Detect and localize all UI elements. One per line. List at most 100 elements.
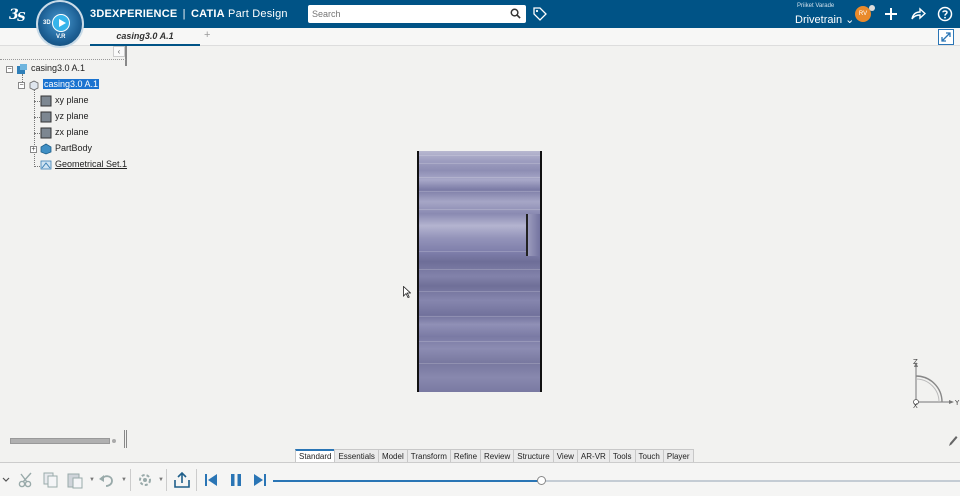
part-3d-model[interactable] bbox=[417, 151, 542, 392]
panel-splitter[interactable] bbox=[124, 430, 127, 448]
tab-touch[interactable]: Touch bbox=[634, 449, 664, 462]
update-dropdown-icon[interactable]: ▼ bbox=[158, 477, 164, 483]
tree-node-label: xy plane bbox=[55, 95, 89, 105]
app-title: 3DEXPERIENCE | CATIA Part Design bbox=[90, 8, 288, 20]
copy-icon[interactable] bbox=[42, 471, 60, 489]
dassault-logo-icon[interactable]: 3S bbox=[8, 4, 30, 24]
step-forward-icon[interactable] bbox=[251, 471, 269, 489]
tree-node-root[interactable]: casing3.0 A.1 bbox=[16, 62, 85, 75]
tree-node-part[interactable]: casing3.0 A.1 bbox=[28, 78, 100, 91]
part-edge bbox=[419, 155, 540, 156]
search-box[interactable] bbox=[308, 5, 526, 23]
axis-z-label: Z bbox=[913, 358, 918, 366]
tree-node-label: Geometrical Set.1 bbox=[55, 159, 128, 169]
app-role: Part Design bbox=[228, 8, 288, 20]
tab-review[interactable]: Review bbox=[480, 449, 515, 462]
part-icon bbox=[29, 80, 39, 91]
add-icon[interactable] bbox=[883, 6, 899, 22]
tab-view[interactable]: View bbox=[552, 449, 578, 462]
tab-strip: casing3.0 A.1 + bbox=[0, 28, 960, 46]
share-icon[interactable] bbox=[910, 6, 926, 22]
timeline-progress bbox=[273, 480, 541, 482]
tree-node-label: yz plane bbox=[55, 111, 89, 121]
tree-node-geometrical-set[interactable]: Geometrical Set.1 bbox=[40, 158, 127, 171]
tag-icon[interactable] bbox=[533, 7, 547, 21]
axis-compass-icon[interactable]: Z X Y bbox=[905, 355, 960, 410]
tree-node-zx-plane[interactable]: zx plane bbox=[40, 126, 89, 139]
collab-space-label: Drivetrain bbox=[795, 14, 843, 26]
tree-expander[interactable]: − bbox=[6, 66, 13, 73]
product-icon bbox=[17, 63, 27, 74]
toolbar-separator bbox=[130, 469, 131, 491]
workbench-tabs: Standard Essentials Model Transform Refi… bbox=[295, 449, 694, 462]
undo-icon[interactable] bbox=[98, 471, 116, 489]
part-edge bbox=[419, 177, 540, 178]
geometrical-set-icon bbox=[40, 160, 52, 170]
action-bar-menu-chevron-icon[interactable] bbox=[2, 471, 10, 489]
user-name: Priiket Varade bbox=[797, 3, 835, 9]
search-icon[interactable] bbox=[510, 8, 521, 19]
part-edge bbox=[419, 316, 540, 317]
player-timeline[interactable] bbox=[273, 476, 960, 485]
svg-text:S: S bbox=[17, 10, 26, 24]
part-slot bbox=[526, 214, 540, 256]
update-icon[interactable] bbox=[136, 471, 154, 489]
tree-node-xy-plane[interactable]: xy plane bbox=[40, 94, 89, 107]
compass-widget[interactable]: 3D V.R bbox=[36, 0, 84, 48]
axis-y-label: Y bbox=[954, 399, 960, 407]
undo-dropdown-icon[interactable]: ▼ bbox=[121, 477, 127, 483]
brand-name: 3DEXPERIENCE bbox=[90, 8, 178, 20]
chevron-down-icon: ⌄ bbox=[845, 14, 855, 26]
tab-structure[interactable]: Structure bbox=[513, 449, 554, 462]
timeline-slider-handle[interactable] bbox=[536, 476, 546, 485]
tree-node-label: casing3.0 A.1 bbox=[43, 79, 100, 89]
tab-essentials[interactable]: Essentials bbox=[334, 449, 379, 462]
cut-icon[interactable] bbox=[18, 471, 36, 489]
part-edge bbox=[419, 269, 540, 270]
maximize-button[interactable] bbox=[938, 29, 954, 45]
part-edge bbox=[419, 209, 540, 210]
plane-icon bbox=[40, 95, 52, 107]
tab-tools[interactable]: Tools bbox=[608, 449, 636, 462]
export-icon[interactable] bbox=[173, 471, 191, 489]
toolbar-separator bbox=[196, 469, 197, 491]
plane-icon bbox=[40, 127, 52, 139]
pause-icon[interactable] bbox=[227, 471, 245, 489]
part-edge bbox=[419, 363, 540, 364]
paste-icon[interactable] bbox=[66, 471, 84, 489]
part-edge bbox=[419, 291, 540, 292]
tree-node-label: PartBody bbox=[55, 143, 93, 153]
step-back-icon[interactable] bbox=[202, 471, 220, 489]
title-separator: | bbox=[182, 8, 186, 20]
paste-dropdown-icon[interactable]: ▼ bbox=[89, 477, 95, 483]
tab-refine[interactable]: Refine bbox=[449, 449, 482, 462]
tree-node-yz-plane[interactable]: yz plane bbox=[40, 110, 89, 123]
action-bar: ▼ ▼ ▼ bbox=[0, 462, 960, 496]
tab-ar-vr[interactable]: AR-VR bbox=[576, 449, 610, 462]
help-icon[interactable] bbox=[937, 6, 953, 22]
tab-standard[interactable]: Standard bbox=[295, 449, 336, 462]
search-input[interactable] bbox=[312, 7, 502, 21]
maximize-icon bbox=[941, 32, 951, 42]
scrollbar-end-dot bbox=[112, 439, 116, 443]
body-icon bbox=[40, 143, 52, 155]
tab-player[interactable]: Player bbox=[662, 449, 694, 462]
tree-expander[interactable]: − bbox=[18, 82, 25, 89]
tab-casing[interactable]: casing3.0 A.1 bbox=[90, 28, 200, 46]
axis-x-label: X bbox=[913, 402, 918, 410]
tree-node-label: casing3.0 A.1 bbox=[31, 63, 86, 73]
collab-space-selector[interactable]: Drivetrain ⌄ bbox=[795, 13, 854, 26]
pen-icon[interactable] bbox=[948, 435, 958, 447]
top-bar: 3S 3DEXPERIENCE | CATIA Part Design Prii… bbox=[0, 0, 960, 28]
plane-icon bbox=[40, 111, 52, 123]
play-icon[interactable] bbox=[52, 14, 70, 32]
add-tab-button[interactable]: + bbox=[204, 29, 210, 41]
tree-collapse-button[interactable]: ‹ bbox=[113, 46, 125, 57]
horizontal-scrollbar[interactable] bbox=[10, 438, 110, 444]
tab-model[interactable]: Model bbox=[377, 449, 408, 462]
tab-transform[interactable]: Transform bbox=[406, 449, 451, 462]
tree-splitter[interactable] bbox=[125, 46, 127, 66]
tree-expander[interactable]: + bbox=[30, 146, 37, 153]
part-edge bbox=[419, 163, 540, 164]
tree-node-partbody[interactable]: PartBody bbox=[40, 142, 92, 155]
